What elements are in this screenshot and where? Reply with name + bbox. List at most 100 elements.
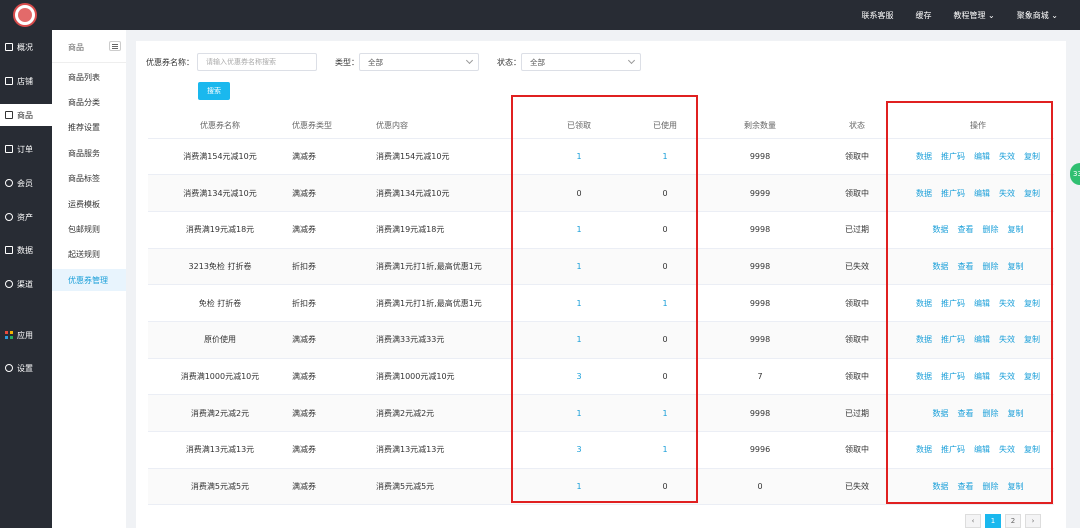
action-link[interactable]: 删除: [983, 408, 999, 419]
action-link[interactable]: 编辑: [974, 444, 990, 455]
cell-received-value[interactable]: 1: [576, 225, 581, 234]
action-link[interactable]: 复制: [1024, 298, 1040, 309]
action-link[interactable]: 查看: [958, 408, 974, 419]
sub-sidebar-item-5[interactable]: 运费模板: [52, 193, 126, 215]
action-link[interactable]: 复制: [1024, 188, 1040, 199]
action-link[interactable]: 失效: [999, 151, 1015, 162]
coupon-name-input[interactable]: 请输入优惠券名称搜索: [197, 53, 317, 71]
action-link[interactable]: 数据: [916, 444, 932, 455]
action-link[interactable]: 复制: [1024, 444, 1040, 455]
cell-used: 1: [622, 431, 708, 469]
pagination-page[interactable]: 1: [985, 514, 1001, 528]
sidebar-item-5[interactable]: 资产: [0, 206, 52, 228]
cell-received-value[interactable]: 3: [576, 372, 581, 381]
action-link[interactable]: 复制: [1008, 224, 1024, 235]
cell-received-value[interactable]: 1: [576, 152, 581, 161]
main-content: 优惠券名称： 请输入优惠券名称搜索 类型： 全部 状态： 全部 搜索 优惠券名称…: [136, 41, 1066, 528]
cell-used-value[interactable]: 1: [662, 299, 667, 308]
action-link[interactable]: 失效: [999, 334, 1015, 345]
sub-sidebar-item-3[interactable]: 商品服务: [52, 142, 126, 164]
action-link[interactable]: 数据: [933, 481, 949, 492]
top-link-0[interactable]: 联系客服: [862, 10, 894, 21]
action-link[interactable]: 编辑: [974, 334, 990, 345]
sub-sidebar-item-7[interactable]: 起送规则: [52, 244, 126, 266]
sub-sidebar-item-2[interactable]: 推荐设置: [52, 117, 126, 139]
sidebar-item-3[interactable]: 订单: [0, 138, 52, 160]
action-link[interactable]: 编辑: [974, 151, 990, 162]
status-select[interactable]: 全部: [521, 53, 641, 71]
action-link[interactable]: 数据: [916, 151, 932, 162]
action-link[interactable]: 推广码: [941, 334, 965, 345]
action-link[interactable]: 复制: [1008, 261, 1024, 272]
cell-received-value[interactable]: 1: [576, 409, 581, 418]
top-link-3[interactable]: 聚象商城 ⌄: [1017, 10, 1058, 21]
logo[interactable]: [13, 3, 37, 27]
action-link[interactable]: 编辑: [974, 298, 990, 309]
action-link[interactable]: 失效: [999, 444, 1015, 455]
sidebar-item-6[interactable]: 数据: [0, 239, 52, 261]
action-link[interactable]: 数据: [933, 408, 949, 419]
pagination-next-icon[interactable]: ›: [1025, 514, 1041, 528]
cell-received-value[interactable]: 1: [576, 482, 581, 491]
sub-sidebar-item-4[interactable]: 商品标签: [52, 168, 126, 190]
top-link-2[interactable]: 教程管理 ⌄: [954, 10, 995, 21]
action-link[interactable]: 删除: [983, 481, 999, 492]
sidebar-item-0[interactable]: 概况: [0, 36, 52, 58]
floating-badge[interactable]: 33: [1070, 163, 1080, 185]
collapse-menu-icon[interactable]: [109, 41, 121, 51]
cell-coupon-type: 满减券: [292, 138, 376, 176]
action-link[interactable]: 推广码: [941, 444, 965, 455]
cell-coupon-content-value: 消费满33元减33元: [376, 335, 445, 345]
cell-received-value[interactable]: 1: [576, 262, 581, 271]
action-link[interactable]: 失效: [999, 371, 1015, 382]
top-link-1[interactable]: 缓存: [916, 10, 932, 21]
action-link[interactable]: 查看: [958, 481, 974, 492]
cell-used-value[interactable]: 1: [662, 409, 667, 418]
sub-sidebar-item-6[interactable]: 包邮规则: [52, 218, 126, 240]
sidebar-item-9[interactable]: 设置: [0, 357, 52, 379]
sidebar-item-7[interactable]: 渠道: [0, 273, 52, 295]
action-link[interactable]: 复制: [1008, 481, 1024, 492]
cell-received: 1: [536, 321, 622, 359]
action-link[interactable]: 查看: [958, 224, 974, 235]
action-link[interactable]: 推广码: [941, 188, 965, 199]
action-link[interactable]: 复制: [1024, 371, 1040, 382]
cell-used-value[interactable]: 1: [662, 152, 667, 161]
sidebar-item-2[interactable]: 商品: [0, 104, 52, 126]
action-link[interactable]: 数据: [933, 261, 949, 272]
cell-coupon-content: 消费满19元减18元: [376, 211, 536, 249]
pagination-prev-icon[interactable]: ‹: [965, 514, 981, 528]
action-link[interactable]: 查看: [958, 261, 974, 272]
cell-used-value[interactable]: 1: [662, 445, 667, 454]
sidebar-item-8[interactable]: 应用: [0, 324, 52, 346]
search-button[interactable]: 搜索: [198, 82, 230, 100]
action-link[interactable]: 推广码: [941, 151, 965, 162]
action-link[interactable]: 失效: [999, 298, 1015, 309]
action-link[interactable]: 复制: [1024, 151, 1040, 162]
action-link[interactable]: 编辑: [974, 371, 990, 382]
type-select[interactable]: 全部: [359, 53, 479, 71]
action-link[interactable]: 数据: [916, 298, 932, 309]
action-link[interactable]: 编辑: [974, 188, 990, 199]
action-link[interactable]: 复制: [1008, 408, 1024, 419]
sub-sidebar-item-1[interactable]: 商品分类: [52, 91, 126, 113]
action-link[interactable]: 删除: [983, 224, 999, 235]
action-link[interactable]: 复制: [1024, 334, 1040, 345]
action-link[interactable]: 删除: [983, 261, 999, 272]
action-link[interactable]: 推广码: [941, 298, 965, 309]
sidebar-item-1[interactable]: 店铺: [0, 70, 52, 92]
cell-received-value[interactable]: 1: [576, 335, 581, 344]
sidebar-item-4[interactable]: 会员: [0, 172, 52, 194]
cell-received-value[interactable]: 3: [576, 445, 581, 454]
action-link[interactable]: 数据: [916, 371, 932, 382]
sub-sidebar-item-8[interactable]: 优惠券管理: [52, 269, 126, 292]
top-links: 联系客服 缓存 教程管理 ⌄ 聚象商城 ⌄: [862, 0, 1059, 30]
action-link[interactable]: 失效: [999, 188, 1015, 199]
sub-sidebar-item-0[interactable]: 商品列表: [52, 66, 126, 88]
action-link[interactable]: 数据: [916, 188, 932, 199]
action-link[interactable]: 数据: [916, 334, 932, 345]
cell-received-value[interactable]: 1: [576, 299, 581, 308]
action-link[interactable]: 推广码: [941, 371, 965, 382]
pagination-page[interactable]: 2: [1005, 514, 1021, 528]
action-link[interactable]: 数据: [933, 224, 949, 235]
